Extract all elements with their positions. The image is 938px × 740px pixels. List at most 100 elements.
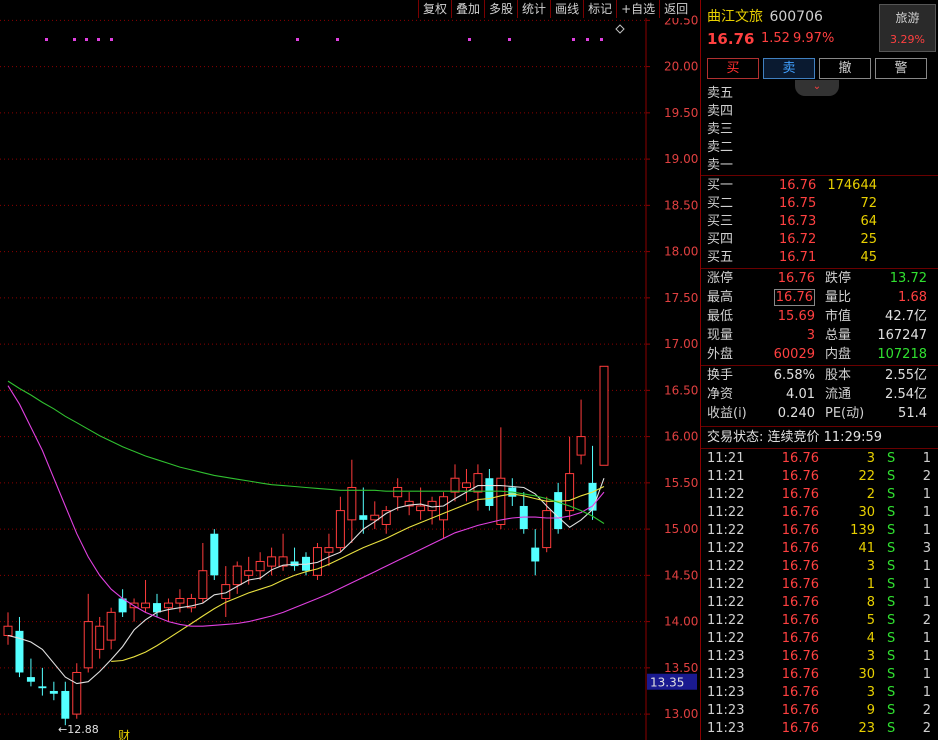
tick-row: 11:23 16.76 3 S 1: [707, 648, 933, 666]
tick-row: 11:22 16.76 4 S 1: [707, 630, 933, 648]
tick-bs: S: [887, 595, 896, 610]
chart-toolbar: 复权 叠加 多股 统计 画线 标记 +自选 返回: [418, 0, 698, 18]
y-tick-label: 16.50: [664, 383, 698, 397]
sell-button[interactable]: 卖: [763, 58, 815, 79]
tick-t: 11:21: [707, 469, 745, 484]
candle-body: [554, 492, 563, 530]
tick-n: 1: [922, 577, 931, 592]
tick-p: 16.76: [781, 649, 819, 664]
tick-n: 1: [922, 487, 931, 502]
tick-t: 11:23: [707, 667, 745, 682]
tick-row: 11:22 16.76 5 S 2: [707, 612, 933, 630]
candle-body: [95, 625, 105, 650]
candle-body: [324, 547, 334, 553]
tick-n: 2: [922, 469, 931, 484]
tick-bs: S: [887, 469, 896, 484]
tick-v: 3: [866, 451, 875, 466]
ask-row: 卖二: [707, 139, 933, 157]
tick-v: 22: [858, 469, 875, 484]
ask-row: 卖一: [707, 157, 933, 175]
y-tick-label: 17.50: [664, 291, 698, 305]
candle-body: [531, 547, 540, 562]
marker-dot: [508, 38, 511, 41]
stat-row: 换手 6.58% 股本 2.55亿: [707, 368, 927, 383]
tick-bs: S: [887, 487, 896, 502]
tick-row: 11:23 16.76 3 S 1: [707, 684, 933, 702]
tick-n: 1: [922, 559, 931, 574]
divider: [701, 365, 938, 366]
stat-row: 涨停 16.76 跌停 13.72: [707, 271, 927, 286]
tick-n: 1: [922, 451, 931, 466]
tick-v: 3: [866, 685, 875, 700]
y-tick-label: 19.00: [664, 152, 698, 166]
tick-p: 16.76: [781, 631, 819, 646]
bid-row: 买三 16.73 64: [707, 214, 877, 229]
divider: [701, 426, 938, 427]
tick-t: 11:23: [707, 703, 745, 718]
tick-v: 139: [850, 523, 875, 538]
candle-body: [393, 486, 403, 498]
tick-v: 8: [866, 595, 875, 610]
tb-add-watchlist-button[interactable]: +自选: [616, 0, 660, 18]
tb-mark-button[interactable]: 标记: [583, 0, 617, 18]
tb-back-button[interactable]: 返回: [659, 0, 693, 18]
tick-p: 16.76: [781, 523, 819, 538]
tick-t: 11:22: [707, 559, 745, 574]
tick-row: 11:21 16.76 22 S 2: [707, 468, 933, 486]
candle-body: [49, 690, 58, 694]
tick-n: 1: [922, 595, 931, 610]
stat-row: 最低 15.69 市值 42.7亿: [707, 309, 927, 324]
stat-row: 收益(ⅰ) 0.240 PE(动) 51.4: [707, 406, 927, 421]
buy-button[interactable]: 买: [707, 58, 759, 79]
tick-row: 11:23 16.76 30 S 1: [707, 666, 933, 684]
ask-label: 卖二: [707, 140, 734, 155]
tick-t: 11:22: [707, 613, 745, 628]
kline-chart[interactable]: 20.5020.0019.5019.0018.5018.0017.5017.00…: [0, 0, 698, 740]
y-tick-label: 18.50: [664, 198, 698, 212]
tick-row: 11:22 16.76 2 S 1: [707, 486, 933, 504]
ma-line: [7, 478, 605, 685]
tick-n: 2: [922, 703, 931, 718]
alert-button[interactable]: 警: [875, 58, 927, 79]
tb-stats-button[interactable]: 统计: [517, 0, 551, 18]
tick-v: 3: [866, 649, 875, 664]
stock-change-pct: 9.97%: [793, 31, 835, 46]
tb-draw-button[interactable]: 画线: [550, 0, 584, 18]
tb-multistock-button[interactable]: 多股: [484, 0, 518, 18]
sector-box[interactable]: 旅游 3.29%: [879, 4, 936, 52]
y-tick-label: 19.50: [664, 106, 698, 120]
tick-n: 2: [922, 721, 931, 736]
candle-body: [38, 686, 47, 689]
tb-overlay-button[interactable]: 叠加: [451, 0, 485, 18]
cancel-order-button[interactable]: 撤: [819, 58, 871, 79]
y-tick-label: 17.00: [664, 337, 698, 351]
finance-marker: 财: [118, 729, 130, 740]
tick-v: 41: [858, 541, 875, 556]
tick-v: 30: [858, 505, 875, 520]
tick-t: 11:22: [707, 595, 745, 610]
stat-row: 现量 3 总量 167247: [707, 328, 927, 343]
tick-bs: S: [887, 451, 896, 466]
candle-body: [232, 565, 242, 586]
tick-row: 11:22 16.76 3 S 1: [707, 558, 933, 576]
tick-t: 11:22: [707, 541, 745, 556]
tick-n: 1: [922, 667, 931, 682]
tick-p: 16.76: [781, 685, 819, 700]
tick-bs: S: [887, 541, 896, 556]
tick-row: 11:22 16.76 30 S 1: [707, 504, 933, 522]
bid-row: 买二 16.75 72: [707, 196, 877, 211]
tick-p: 16.76: [781, 703, 819, 718]
ask-row: 卖三: [707, 121, 933, 139]
tick-n: 2: [922, 613, 931, 628]
tick-v: 23: [858, 721, 875, 736]
bid-row: 买五 16.71 45: [707, 250, 877, 265]
tb-fuquan-button[interactable]: 复权: [418, 0, 452, 18]
trade-status: 交易状态: 连续竞价 11:29:59: [707, 430, 883, 445]
tick-v: 5: [866, 613, 875, 628]
y-tick-label: 15.50: [664, 476, 698, 490]
bid-row: 买一 16.76 174644: [707, 178, 877, 193]
y-tick-label: 16.00: [664, 430, 698, 444]
tick-v: 2: [866, 487, 875, 502]
tick-p: 16.76: [781, 541, 819, 556]
sector-name: 旅游: [895, 11, 920, 25]
